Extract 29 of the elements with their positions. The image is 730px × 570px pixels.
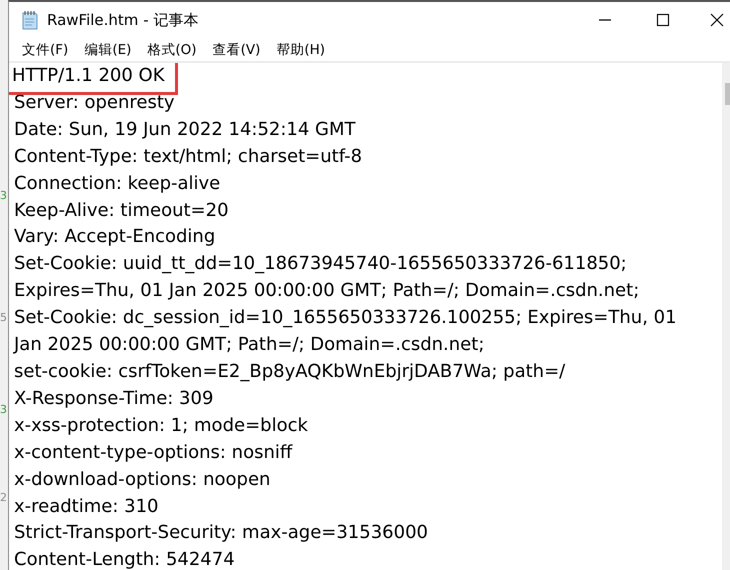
text-line: Strict-Transport-Security: max-age=31536000: [14, 521, 428, 546]
menu-item[interactable]: 编辑(E): [77, 40, 138, 58]
line-number: 2: [0, 492, 7, 504]
text-line: x-content-type-options: nosniff: [14, 440, 292, 465]
text-line: Connection: keep-alive: [14, 172, 220, 196]
window-title: RawFile.htm - 记事本: [47, 10, 198, 30]
text-line: Expires=Thu, 01 Jan 2025 00:00:00 GMT; Path=/; Domain=.csdn.net;: [14, 279, 640, 304]
text-line: Content-Length: 542474: [14, 548, 235, 570]
line-number: 5: [0, 312, 7, 324]
menu-item[interactable]: 查看(V): [206, 40, 268, 58]
line-number: 3: [0, 190, 7, 202]
menu-item[interactable]: 文件(F): [15, 40, 76, 58]
text-line: Jan 2025 00:00:00 GMT; Path=/; Domain=.csdn.net;: [14, 333, 484, 358]
text-line: Server: openresty: [14, 90, 175, 115]
text-line: X-Response-Time: 309: [14, 386, 214, 411]
menu-item[interactable]: 帮助(H): [269, 40, 332, 58]
text-line: Keep-Alive: timeout=20: [14, 198, 229, 223]
menu-item[interactable]: 格式(O): [140, 40, 204, 58]
text-line: x-download-options: noopen: [14, 468, 270, 492]
text-line: Vary: Accept-Encoding: [14, 225, 216, 250]
text-line: x-xss-protection: 1; mode=block: [14, 414, 308, 438]
text-line: Set-Cookie: dc_session_id=10_1655650333726.100255; Expires=Thu, 01: [14, 306, 677, 330]
text-line: set-cookie: csrfToken=E2_Bp8yAQKbWnEbjrjDAB7Wa; path=/: [14, 360, 566, 384]
text-line: Set-Cookie: uuid_tt_dd=10_18673945740-1655650333726-611850;: [14, 252, 627, 276]
text-line: Content-Type: text/html; charset=utf-8: [14, 144, 362, 169]
text-line: Date: Sun, 19 Jun 2022 14:52:14 GMT: [14, 118, 356, 142]
text-line: HTTP/1.1 200 OK: [9, 63, 175, 92]
line-number: 3: [0, 404, 7, 416]
text-line: x-readtime: 310: [14, 494, 158, 518]
